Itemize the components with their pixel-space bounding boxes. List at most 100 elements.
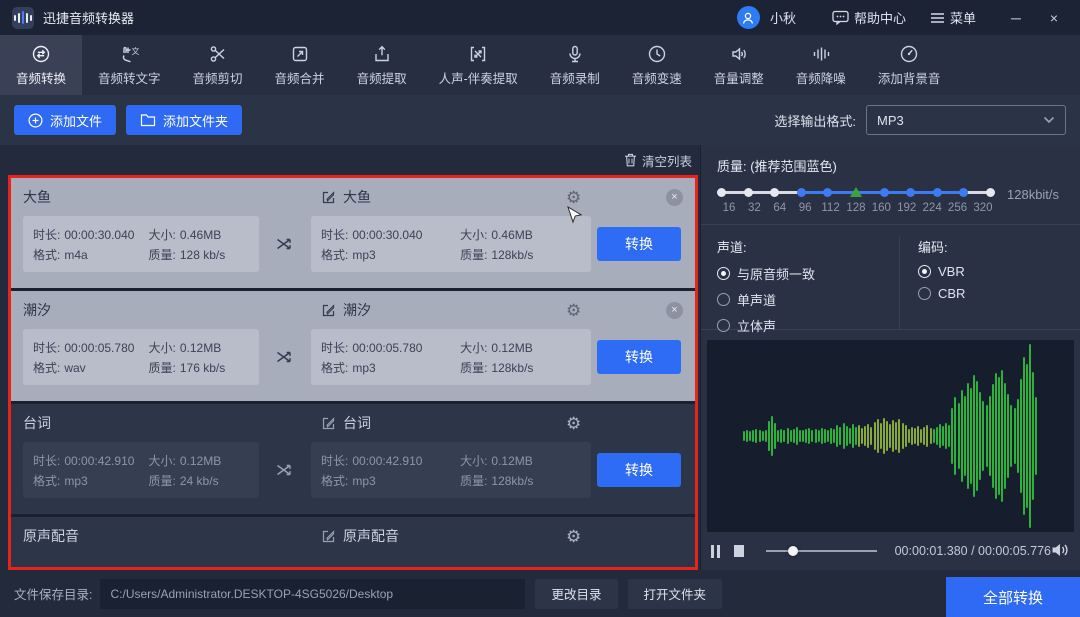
- output-format-select[interactable]: MP3: [866, 105, 1066, 135]
- tab-label: 人声-伴奏提取: [439, 68, 518, 87]
- menu-button[interactable]: 菜单: [930, 8, 976, 27]
- item-settings-gear-icon[interactable]: ⚙: [566, 189, 602, 206]
- channel-radio[interactable]: 与原音频一致: [717, 264, 899, 283]
- item-settings-gear-icon[interactable]: ⚙: [566, 415, 602, 432]
- user-avatar[interactable]: [737, 6, 760, 29]
- encoding-radio[interactable]: CBR: [918, 286, 1064, 301]
- source-file-name: 原声配音: [23, 526, 321, 546]
- tab-audio-extract[interactable]: 音频提取: [341, 35, 423, 95]
- save-dir-input[interactable]: [100, 579, 525, 609]
- output-format-label: 选择输出格式:: [774, 111, 856, 130]
- tab-volume-adjust[interactable]: 音量调整: [698, 35, 780, 95]
- waveform-bar: [967, 383, 969, 490]
- titlebar: 迅捷音频转换器 小秋 帮助中心 菜单: [0, 0, 1080, 35]
- waveform-display: [707, 340, 1074, 532]
- channel-radio[interactable]: 单声道: [717, 290, 899, 309]
- convert-direction-icon: [259, 462, 311, 478]
- pause-button[interactable]: [711, 545, 720, 558]
- quality-tick-dot[interactable]: [933, 188, 942, 197]
- convert-button[interactable]: 转换: [597, 227, 681, 261]
- volume-button[interactable]: [1051, 542, 1070, 561]
- convert-all-button[interactable]: 全部转换: [946, 577, 1080, 617]
- quality-tick-label: 224: [920, 202, 944, 214]
- tab-vocal-separation[interactable]: 人声-伴奏提取: [423, 35, 534, 95]
- app-logo-icon: [12, 7, 34, 29]
- quality-tick-dot[interactable]: [744, 188, 753, 197]
- waveform-bar: [821, 428, 823, 445]
- waveform-bar: [846, 426, 848, 446]
- target-info: 时长:00:00:30.040 大小:0.46MB 格式:mp3 质量:128k…: [311, 216, 591, 272]
- add-folder-button[interactable]: 添加文件夹: [126, 105, 242, 135]
- tab-audio-denoise[interactable]: 音频降噪: [780, 35, 862, 95]
- quality-marker[interactable]: [850, 187, 862, 197]
- encoding-group: 编码: VBR CBR: [899, 237, 1064, 329]
- quality-slider[interactable]: 16326496112128160192224256320: [717, 186, 995, 220]
- tab-label: 音频转换: [16, 68, 66, 87]
- waveform-bar: [1020, 379, 1022, 493]
- rename-icon[interactable]: [321, 303, 336, 318]
- item-settings-gear-icon[interactable]: ⚙: [566, 528, 602, 545]
- add-file-button[interactable]: 添加文件: [14, 105, 116, 135]
- tab-audio-record[interactable]: 音频录制: [534, 35, 616, 95]
- waveform-bar: [1001, 370, 1003, 502]
- convert-button[interactable]: 转换: [597, 340, 681, 374]
- waveform-bar: [889, 424, 891, 448]
- tab-audio-merge[interactable]: 音频合并: [259, 35, 341, 95]
- waveform-bar: [939, 424, 941, 448]
- file-item[interactable]: 潮汐 潮汐 ⚙ × 时长:00:00:05.780 大小:0.12MB 格式:w…: [11, 291, 695, 401]
- file-item[interactable]: 原声配音 原声配音 ⚙: [11, 517, 695, 570]
- open-folder-button[interactable]: 打开文件夹: [628, 579, 723, 609]
- chevron-down-icon: [1043, 116, 1055, 124]
- tab-background-sound[interactable]: 添加背景音: [862, 35, 957, 95]
- target-file-name: 台词: [343, 413, 371, 433]
- target-file-name: 潮汐: [343, 300, 371, 320]
- quality-tick-dot[interactable]: [770, 188, 779, 197]
- stop-button[interactable]: [734, 545, 744, 557]
- tab-audio-convert[interactable]: 音频转换: [0, 35, 82, 95]
- tab-audio-speed[interactable]: 音频变速: [616, 35, 698, 95]
- remove-item-button[interactable]: ×: [666, 189, 683, 206]
- file-item[interactable]: 台词 台词 ⚙ 时长:00:00:42.910 大小:0.12MB 格式:mp3…: [11, 404, 695, 514]
- convert-button[interactable]: 转换: [597, 453, 681, 487]
- quality-tick-dot[interactable]: [797, 188, 806, 197]
- file-item[interactable]: 大鱼 大鱼 ⚙ × 时长:00:00:30.040 大小:0.46MB 格式:m…: [11, 178, 695, 288]
- help-center-button[interactable]: 帮助中心: [832, 8, 906, 27]
- app-title: 迅捷音频转换器: [43, 8, 134, 27]
- rename-icon[interactable]: [321, 416, 336, 431]
- waveform-bar: [1017, 399, 1019, 473]
- tab-audio-cut[interactable]: 音频剪切: [177, 35, 259, 95]
- rename-icon[interactable]: [321, 190, 336, 205]
- waveform-bar: [923, 427, 925, 445]
- source-file-name: 大鱼: [23, 187, 321, 207]
- tab-label: 音频剪切: [193, 68, 243, 87]
- quality-tick-label: 160: [869, 202, 893, 214]
- channel-radio[interactable]: 立体声: [717, 316, 899, 335]
- quality-tick-dot[interactable]: [986, 188, 995, 197]
- output-format-value: MP3: [877, 113, 904, 128]
- tab-label: 音频转文字: [98, 68, 161, 87]
- waveform-bar: [830, 428, 832, 445]
- settings-pane: 质量: (推荐范围蓝色) 163264961121281601922242563…: [700, 145, 1080, 570]
- close-window-button[interactable]: ×: [1040, 10, 1068, 26]
- quality-tick-label: 192: [895, 202, 919, 214]
- waveform-bar: [808, 428, 810, 445]
- clear-list-button[interactable]: 清空列表: [624, 151, 692, 170]
- quality-tick-dot[interactable]: [959, 188, 968, 197]
- username[interactable]: 小秋: [770, 8, 796, 27]
- rename-icon[interactable]: [321, 529, 336, 544]
- waveform-bar: [982, 401, 984, 471]
- change-dir-button[interactable]: 更改目录: [535, 579, 617, 609]
- tab-audio-to-text[interactable]: 文 音频转文字: [82, 35, 177, 95]
- quality-tick-dot[interactable]: [880, 188, 889, 197]
- playback-slider[interactable]: [766, 545, 876, 557]
- quality-tick-dot[interactable]: [906, 188, 915, 197]
- waveform-bar: [765, 430, 767, 443]
- swap-arrows-icon: [275, 236, 295, 252]
- quality-tick-dot[interactable]: [823, 188, 832, 197]
- remove-item-button[interactable]: ×: [666, 302, 683, 319]
- item-settings-gear-icon[interactable]: ⚙: [566, 302, 602, 319]
- encoding-radio[interactable]: VBR: [918, 264, 1064, 279]
- quality-tick-dot[interactable]: [717, 188, 726, 197]
- minimize-button[interactable]: ─: [1002, 10, 1030, 26]
- waveform-bar: [892, 420, 894, 451]
